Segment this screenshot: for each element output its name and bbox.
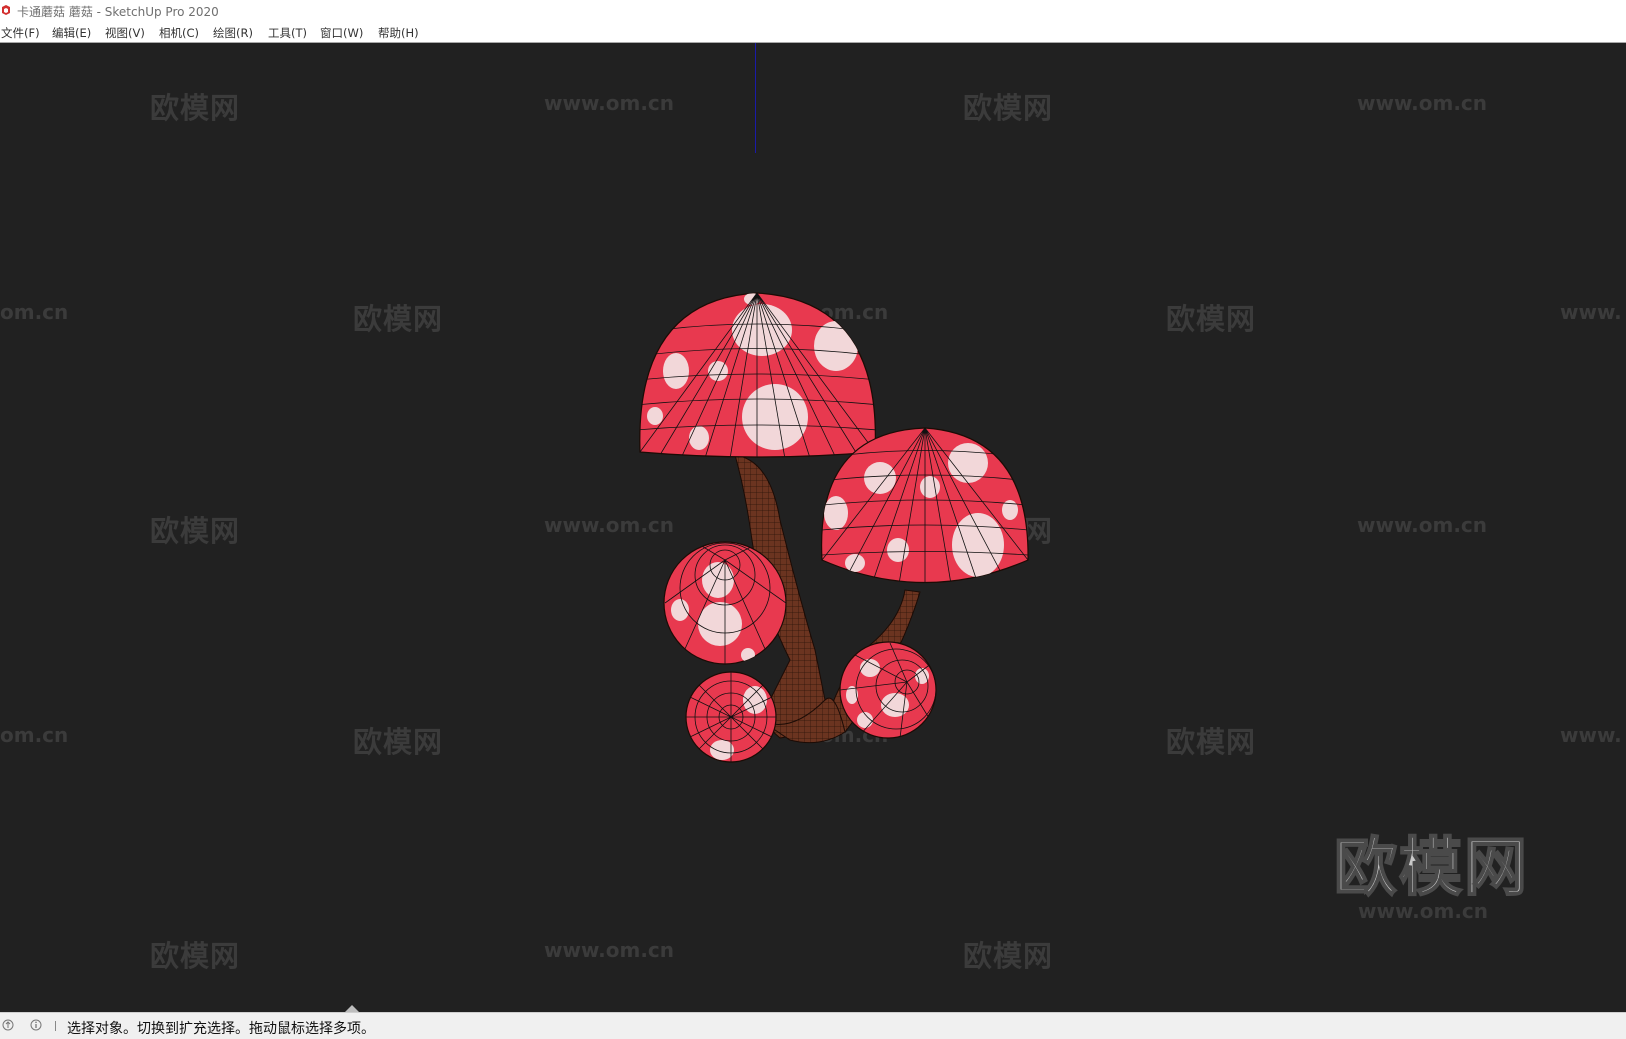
mushroom-bud-bottom [685,671,777,763]
mushroom-bud-left [663,541,787,665]
mushroom-cap-large [639,292,876,458]
menu-bar: 文件(F) 编辑(E) 视图(V) 相机(C) 绘图(R) 工具(T) 窗口(W… [0,22,1626,43]
menu-camera[interactable]: 相机(C) [159,25,199,41]
geo-location-icon[interactable] [2,1019,14,1031]
menu-tools[interactable]: 工具(T) [268,25,307,41]
menu-help[interactable]: 帮助(H) [378,25,419,41]
status-text: 选择对象。切换到扩充选择。拖动鼠标选择多项。 [67,1021,375,1037]
title-bar: 卡通蘑菇 蘑菇 - SketchUp Pro 2020 [0,0,1626,22]
watermark-url: www.om.cn [1358,899,1489,923]
menu-file[interactable]: 文件(F) [1,25,40,41]
status-separator [55,1021,56,1031]
status-bar: 选择对象。切换到扩充选择。拖动鼠标选择多项。 [0,1012,1626,1039]
mushroom-cap-medium [820,427,1029,583]
menu-edit[interactable]: 编辑(E) [52,25,91,41]
menu-draw[interactable]: 绘图(R) [213,25,253,41]
mushroom-bud-right [839,641,937,739]
sketchup-logo-icon [2,5,10,15]
watermark-logo: 欧模网 [1333,830,1529,905]
window-title: 卡通蘑菇 蘑菇 - SketchUp Pro 2020 [17,5,219,19]
menu-window[interactable]: 窗口(W) [320,25,363,41]
menu-view[interactable]: 视图(V) [105,25,145,41]
info-icon[interactable] [30,1019,42,1031]
scroll-notch [345,1005,359,1012]
